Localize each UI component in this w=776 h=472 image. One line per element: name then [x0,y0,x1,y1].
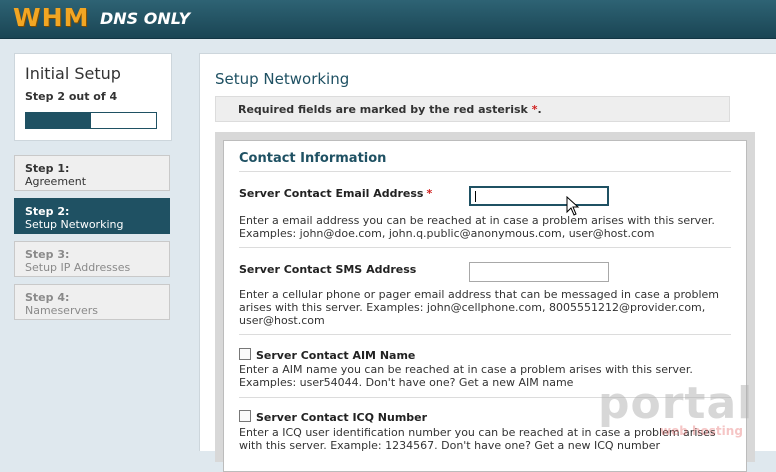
sidebar-item-step: Step 1: [25,162,70,175]
icq-label[interactable]: Server Contact ICQ Number [256,411,427,424]
icq-checkbox[interactable] [239,410,251,422]
setup-title: Initial Setup [25,64,121,83]
sidebar-item-step: Step 3: [25,248,70,261]
notice-text: Required fields are marked by the red as… [238,103,532,116]
sidebar-item-label: Setup Networking [25,218,124,231]
email-description: Enter a email address you can be reached… [239,214,715,240]
sms-field[interactable] [469,262,609,282]
watermark-subtitle: web hosting [660,424,743,438]
top-bar: WHM DNS ONLY [0,0,776,39]
sms-description: Enter a cellular phone or pager email ad… [239,288,719,327]
email-label-text: Server Contact Email Address [239,187,424,200]
email-field[interactable] [469,186,609,206]
aim-checkbox[interactable] [239,348,251,360]
notice-end: . [537,103,542,116]
sidebar-item-setup-networking[interactable]: Step 2: Setup Networking [14,198,170,234]
progress-fill [26,113,91,128]
step-counter: Step 2 out of 4 [25,90,118,103]
section-title: Contact Information [239,151,387,166]
sidebar-item-step: Step 2: [25,205,70,218]
sms-label: Server Contact SMS Address [239,263,417,276]
sidebar-item-nameservers: Step 4: Nameservers [14,284,170,320]
whm-logo: WHM [13,3,90,32]
setup-progress-panel: Initial Setup Step 2 out of 4 [14,53,172,141]
text-caret [475,191,476,202]
progress-bar [25,112,157,129]
aim-label[interactable]: Server Contact AIM Name [256,349,415,362]
email-label: Server Contact Email Address * [239,187,432,200]
sidebar-item-label: Setup IP Addresses [25,261,131,274]
sidebar-item-step: Step 4: [25,291,70,304]
icq-description: Enter a ICQ user identification number y… [239,426,716,452]
sidebar-item-setup-ip-addresses: Step 3: Setup IP Addresses [14,241,170,277]
divider [239,171,731,172]
watermark-logo: portal [598,378,754,429]
sidebar-item-agreement[interactable]: Step 1: Agreement [14,155,170,191]
mouse-pointer-icon [566,196,580,216]
dns-only-label: DNS ONLY [100,9,191,28]
required-asterisk: * [426,187,433,200]
required-notice: Required fields are marked by the red as… [215,96,730,122]
divider [239,334,731,335]
divider [239,247,731,248]
page-title: Setup Networking [215,70,350,88]
sidebar-item-label: Agreement [25,175,87,188]
sidebar-item-label: Nameservers [25,304,99,317]
